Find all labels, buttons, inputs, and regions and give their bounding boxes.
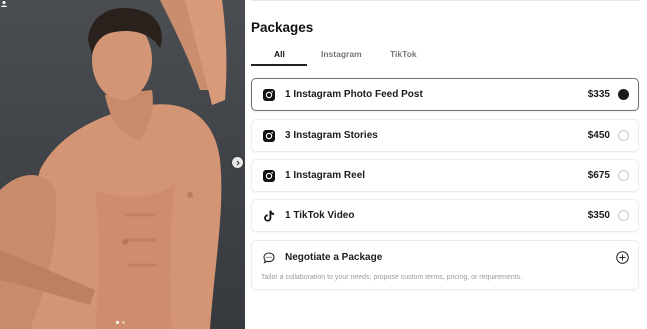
chat-bubble-icon (263, 252, 275, 264)
next-photo-button[interactable] (232, 157, 243, 168)
negotiate-package-card[interactable]: Negotiate a Package Tailor a collaborati… (251, 240, 639, 290)
package-tabs: All Instagram TikTok (251, 45, 639, 66)
model-photo-image (0, 0, 227, 329)
instagram-icon (263, 130, 275, 142)
photo-dot-2[interactable] (122, 321, 125, 324)
tab-instagram[interactable]: Instagram (321, 49, 362, 59)
package-price: $350 (587, 210, 610, 221)
chevron-right-icon (236, 160, 240, 165)
photo-pagination-dots (116, 321, 125, 324)
user-icon (1, 1, 7, 7)
package-option-instagram-reel[interactable]: 1 Instagram Reel $675 (251, 159, 639, 192)
package-label: 1 Instagram Photo Feed Post (285, 89, 423, 100)
tab-tiktok[interactable]: TikTok (390, 49, 417, 59)
package-price: $675 (587, 170, 610, 181)
tiktok-icon (264, 210, 274, 222)
tab-all[interactable]: All (274, 49, 285, 59)
profile-photo[interactable] (0, 0, 245, 329)
package-radio[interactable] (618, 130, 629, 141)
negotiate-label: Negotiate a Package (285, 252, 383, 263)
packages-title: Packages (251, 20, 314, 35)
package-price: $450 (587, 130, 610, 141)
photo-dot-1[interactable] (116, 321, 119, 324)
package-option-instagram-stories[interactable]: 3 Instagram Stories $450 (251, 119, 639, 152)
package-label: 1 TikTok Video (285, 210, 355, 221)
package-option-instagram-photo-feed-post[interactable]: 1 Instagram Photo Feed Post $335 (251, 78, 639, 111)
package-option-tiktok-video[interactable]: 1 TikTok Video $350 (251, 199, 639, 232)
package-price: $335 (587, 89, 610, 100)
packages-panel: Packages All Instagram TikTok 1 Instagra… (251, 0, 639, 329)
instagram-icon (263, 170, 275, 182)
package-radio-selected[interactable] (618, 89, 629, 100)
package-radio[interactable] (618, 210, 629, 221)
package-radio[interactable] (618, 170, 629, 181)
plus-circle-icon[interactable] (616, 251, 629, 264)
package-label: 3 Instagram Stories (285, 130, 378, 141)
divider (251, 0, 639, 1)
negotiate-description: Tailor a collaboration to your needs: pr… (261, 274, 523, 281)
package-label: 1 Instagram Reel (285, 170, 366, 181)
instagram-icon (263, 89, 275, 101)
active-tab-indicator (251, 64, 307, 66)
